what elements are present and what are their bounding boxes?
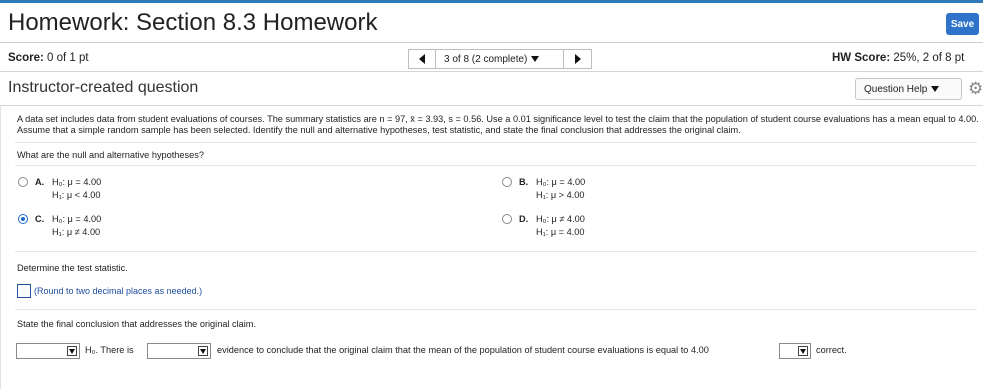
option-letter: D. (519, 214, 529, 224)
conclusion-text-h0: H₀. There is (85, 345, 134, 355)
hypotheses-prompt: What are the null and alternative hypoth… (17, 150, 204, 160)
chevron-down-icon (798, 346, 808, 356)
dropdown-triangle (69, 348, 75, 354)
option-d[interactable]: D. H₀: μ ≠ 4.00 H₁: μ = 4.00 (502, 213, 802, 241)
null-hypothesis: H₀: μ = 4.00 (52, 177, 102, 187)
hw-score-label: HW Score: (832, 52, 891, 64)
alternative-hypothesis: H₁: μ > 4.00 (536, 190, 585, 200)
claim-dropdown[interactable] (779, 343, 811, 359)
question-help-label: Question Help (864, 83, 928, 95)
divider (15, 309, 977, 310)
option-letter: C. (35, 214, 45, 224)
title-bar: Homework: Section 8.3 Homework Save (0, 3, 983, 43)
page-title: Homework: Section 8.3 Homework (8, 9, 378, 36)
option-d-hypotheses: H₀: μ ≠ 4.00 H₁: μ = 4.00 (536, 213, 585, 239)
alternative-hypothesis: H₁: μ = 4.00 (536, 227, 585, 237)
question-header: Instructor-created question Question Hel… (0, 73, 983, 106)
option-c-hypotheses: H₀: μ = 4.00 H₁: μ ≠ 4.00 (52, 213, 101, 239)
test-statistic-prompt: Determine the test statistic. (17, 263, 128, 273)
save-button[interactable]: Save (946, 13, 979, 35)
question-help-button[interactable]: Question Help (855, 78, 962, 100)
chevron-down-icon (531, 56, 540, 62)
radio-option-d[interactable] (502, 214, 512, 224)
radio-option-b[interactable] (502, 177, 512, 187)
divider (15, 165, 977, 166)
conclusion-text-end: correct. (816, 345, 847, 355)
conclusion-prompt: State the final conclusion that addresse… (17, 319, 257, 329)
chevron-down-icon (931, 86, 940, 92)
dropdown-triangle (800, 348, 806, 354)
conclusion-text-middle: evidence to conclude that the original c… (217, 345, 709, 355)
option-letter: A. (35, 177, 45, 187)
triangle-right-icon (574, 54, 581, 64)
null-hypothesis: H₀: μ ≠ 4.00 (536, 214, 585, 224)
question-type-title: Instructor-created question (8, 79, 199, 96)
dropdown-triangle (200, 348, 206, 354)
option-a-hypotheses: H₀: μ = 4.00 H₁: μ < 4.00 (52, 176, 101, 202)
previous-question-button[interactable] (408, 49, 436, 69)
question-selector[interactable]: 3 of 8 (2 complete) (436, 49, 564, 69)
radio-option-c[interactable] (18, 214, 28, 224)
score-text: Score: 0 of 1 pt (8, 52, 89, 64)
radio-option-a[interactable] (18, 177, 28, 187)
question-content: A data set includes data from student ev… (0, 106, 983, 389)
chevron-down-icon (198, 346, 208, 356)
null-hypothesis: H₀: μ = 4.00 (536, 177, 586, 187)
option-b[interactable]: B. H₀: μ = 4.00 H₁: μ > 4.00 (502, 176, 802, 204)
option-c[interactable]: C. H₀: μ = 4.00 H₁: μ ≠ 4.00 (18, 213, 318, 241)
score-label: Score: (8, 52, 44, 64)
divider (15, 251, 977, 252)
option-letter: B. (519, 177, 529, 187)
gear-icon[interactable]: ⚙ (968, 80, 983, 98)
triangle-left-icon (419, 54, 425, 64)
next-question-button[interactable] (564, 49, 592, 69)
question-selector-label: 3 of 8 (2 complete) (444, 53, 528, 65)
rounding-note: (Round to two decimal places as needed.) (34, 286, 203, 296)
null-hypothesis: H₀: μ = 4.00 (52, 214, 102, 224)
option-a[interactable]: A. H₀: μ = 4.00 H₁: μ < 4.00 (18, 176, 318, 204)
option-b-hypotheses: H₀: μ = 4.00 H₁: μ > 4.00 (536, 176, 585, 202)
alternative-hypothesis: H₁: μ < 4.00 (52, 190, 101, 200)
hw-score-text: HW Score: 25%, 2 of 8 pt (832, 52, 964, 64)
divider (15, 142, 977, 143)
alternative-hypothesis: H₁: μ ≠ 4.00 (52, 227, 101, 237)
problem-statement: A data set includes data from student ev… (17, 114, 979, 135)
reject-decision-dropdown[interactable] (16, 343, 80, 359)
evidence-dropdown[interactable] (147, 343, 211, 359)
test-statistic-input[interactable] (17, 284, 31, 298)
score-bar: Score: 0 of 1 pt 3 of 8 (2 complete) HW … (0, 44, 983, 72)
chevron-down-icon (67, 346, 77, 356)
hw-score-value: 25%, 2 of 8 pt (893, 52, 965, 64)
score-value: 0 of 1 pt (47, 52, 89, 64)
